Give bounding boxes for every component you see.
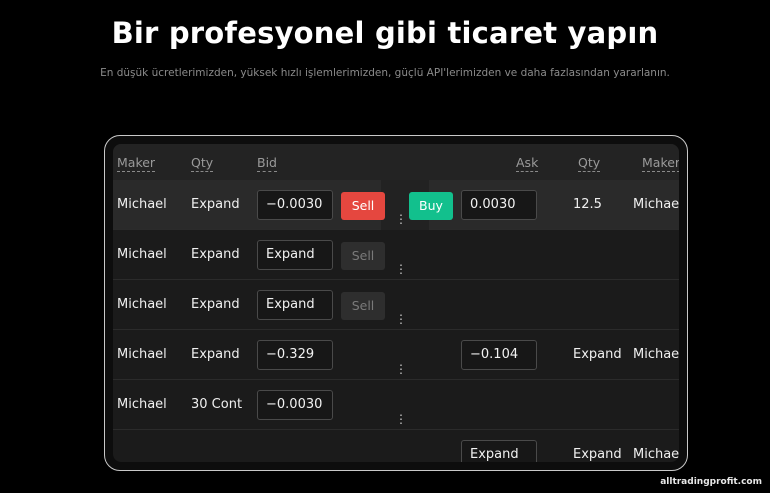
- bid-input[interactable]: Expand: [257, 290, 333, 320]
- bid-input[interactable]: −0.329: [257, 340, 333, 370]
- table-row: Michael Expand −0.329 −0.104 Expand Mich…: [113, 330, 679, 380]
- page-subtitle: En düşük ücretlerimizden, yüksek hızlı i…: [100, 67, 670, 79]
- maker-cell: Michael: [117, 297, 167, 312]
- qty-right-cell[interactable]: Expand: [573, 347, 622, 362]
- more-options-icon[interactable]: ⋮: [395, 213, 407, 225]
- qty-cell[interactable]: Expand: [191, 297, 240, 312]
- header-qty-right: Qty: [578, 155, 601, 172]
- maker-cell: Michael: [117, 347, 167, 362]
- header-bid: Bid: [257, 155, 277, 172]
- table-row: Michael Expand −0.0030 Sell Buy 0.0030 1…: [113, 180, 679, 230]
- maker-right-cell: Michael: [633, 197, 679, 212]
- bid-input[interactable]: −0.0030: [257, 190, 333, 220]
- more-options-icon[interactable]: ⋮: [395, 313, 407, 325]
- qty-right-cell[interactable]: Expand: [573, 447, 622, 462]
- qty-right-cell: 12.5: [573, 197, 602, 212]
- sell-button[interactable]: Sell: [341, 192, 385, 220]
- qty-cell: 30 Cont: [191, 397, 243, 412]
- order-book-screen: Maker Qty Bid Ask Qty Maker Michael Expa…: [113, 144, 679, 462]
- qty-cell[interactable]: Expand: [191, 247, 240, 262]
- header-ask: Ask: [516, 155, 539, 172]
- device-frame: Maker Qty Bid Ask Qty Maker Michael Expa…: [104, 135, 688, 471]
- more-options-icon[interactable]: ⋮: [395, 363, 407, 375]
- table-row: Expand Expand Michael: [113, 430, 679, 462]
- qty-cell[interactable]: Expand: [191, 347, 240, 362]
- maker-cell: Michael: [117, 197, 167, 212]
- table-row: Michael 30 Cont −0.0030 ⋮: [113, 380, 679, 430]
- buy-button[interactable]: Buy: [409, 192, 453, 220]
- page-title: Bir profesyonel gibi ticaret yapın: [111, 16, 659, 50]
- header-maker-left: Maker: [117, 155, 156, 172]
- maker-cell: Michael: [117, 247, 167, 262]
- ask-input[interactable]: 0.0030: [461, 190, 537, 220]
- watermark-text: alltradingprofit.com: [660, 477, 762, 487]
- maker-right-cell: Michael: [633, 447, 679, 462]
- header-qty-left: Qty: [191, 155, 214, 172]
- header-maker-right: Maker: [642, 155, 679, 172]
- table-row: Michael Expand Expand Sell ⋮: [113, 280, 679, 330]
- bid-input[interactable]: −0.0030: [257, 390, 333, 420]
- qty-cell[interactable]: Expand: [191, 197, 240, 212]
- bid-input[interactable]: Expand: [257, 240, 333, 270]
- table-row: Michael Expand Expand Sell ⋮: [113, 230, 679, 280]
- more-options-icon[interactable]: ⋮: [395, 413, 407, 425]
- sell-button-disabled[interactable]: Sell: [341, 292, 385, 320]
- sell-button-disabled[interactable]: Sell: [341, 242, 385, 270]
- ask-input[interactable]: −0.104: [461, 340, 537, 370]
- ask-input[interactable]: Expand: [461, 440, 537, 462]
- more-options-icon[interactable]: ⋮: [395, 263, 407, 275]
- maker-cell: Michael: [117, 397, 167, 412]
- table-header: Maker Qty Bid Ask Qty Maker: [113, 144, 679, 180]
- maker-right-cell: Michael: [633, 347, 679, 362]
